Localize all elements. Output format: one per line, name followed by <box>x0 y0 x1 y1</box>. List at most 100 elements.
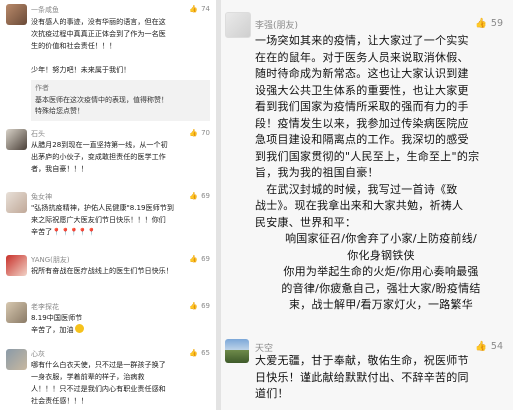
smile-emoji-icon <box>74 324 84 334</box>
avatar[interactable] <box>6 302 27 323</box>
like-count: 54 <box>490 341 503 352</box>
avatar[interactable] <box>225 339 249 363</box>
comment-line: 一场突如其来的疫情，让大家过了一个实实 <box>255 34 469 47</box>
poem-line: 响国家征召/你舍弃了小家/上防疫前线/ <box>285 232 477 245</box>
avatar[interactable] <box>6 129 27 150</box>
avatar[interactable] <box>6 349 27 370</box>
comment-line: 8.19中国医师节 <box>31 313 83 322</box>
comment-line: 人！！！只不过是我们内心有职业责任感和 <box>31 384 166 394</box>
like-button[interactable]: 👍 69 <box>189 255 210 263</box>
comment-line: 在武汉封城的时候，我写过一首诗《致 <box>255 182 458 196</box>
comment-line: 大爱无疆，甘于奉献，敬佑生命，祝医师节 <box>255 354 469 367</box>
comment-line: 急项目建设和隔离点的工作。我深切的感受 <box>255 133 469 146</box>
like-count: 70 <box>201 129 210 137</box>
like-count: 65 <box>201 349 210 357</box>
like-count: 69 <box>201 255 210 263</box>
like-button[interactable]: 👍 54 <box>475 341 503 352</box>
author-reply: 作者 基本医师在这次疫情中的表现，值得称赞！ 特殊给您点赞！ <box>31 80 210 121</box>
comment-item: 一条咸鱼 👍 74 没有感人的事迹，没有华丽的语言，但在这 次抗疫过程中真真正正体… <box>0 0 216 121</box>
comment-text: 没有感人的事迹，没有华丽的语言，但在这 次抗疫过程中真真正正体会到了作为一名医 … <box>31 16 212 76</box>
comment-line: 看到我们国家为疫情所采取的强而有力的手 <box>255 100 469 113</box>
commenter-name[interactable]: 兔女神 <box>31 192 52 202</box>
like-button[interactable]: 👍 69 <box>189 302 210 310</box>
comment-line: 少年！努力吧！未来属于我们！ <box>31 65 131 75</box>
reply-line: 特殊给您点赞！ <box>35 107 84 115</box>
comment-text: 一场突如其来的疫情，让大家过了一个实实 在在的鼠年。对于医务人员来说取消休假、 … <box>255 33 507 314</box>
thumbs-up-icon: 👍 <box>189 192 199 200</box>
avatar[interactable] <box>6 4 27 25</box>
comment-line: 段！疫情发生以来，我参加过传染病医院应 <box>255 116 469 130</box>
comment-line: 没有感人的事迹，没有华丽的语言，但在这 <box>31 17 166 26</box>
left-comment-panel: 一条咸鱼 👍 74 没有感人的事迹，没有华丽的语言，但在这 次抗疫过程中真真正正体… <box>0 0 216 410</box>
comment-text: 从腊月28到现在一直坚持第一线，从一个初 出茅庐的小伙子，变成敢担责任的医学工作… <box>31 139 212 175</box>
thumbs-up-icon: 👍 <box>189 255 199 263</box>
comment-line: 社会责任感！！！ <box>31 396 88 406</box>
comment-line: 民安康、世界和平： <box>255 215 357 229</box>
like-count: 59 <box>490 18 503 29</box>
avatar[interactable] <box>225 12 251 38</box>
comment-item: 天空 👍 54 大爱无疆，甘于奉献，敬佑生命，祝医师节 日快乐！谨此献给默默付出、… <box>221 333 513 410</box>
thumbs-up-icon: 👍 <box>189 129 199 137</box>
right-comment-panel: 李强(朋友) 👍 59 一场突如其来的疫情，让大家过了一个实实 在在的鼠年。对于医… <box>221 0 513 410</box>
comment-line: "弘扬抗疫精神，护佑人民健康"8.19医师节到 <box>31 203 174 212</box>
comment-text: 8.19中国医师节 辛苦了，加油 <box>31 312 212 336</box>
comment-line: 战士》。现在我拿出来和大家共勉，祈祷人 <box>255 199 464 212</box>
like-button[interactable]: 👍 70 <box>189 129 210 137</box>
comment-line: 旨，我为我的祖国自豪！ <box>255 166 379 179</box>
comment-line <box>31 52 212 64</box>
commenter-name[interactable]: 老李探花 <box>31 302 59 312</box>
comment-line: 祝所有奋战在医疗战线上的医生们节日快乐！ <box>31 266 173 275</box>
comment-line: 来之际祝愿广大医友们节日快乐！！！你们 <box>31 215 166 225</box>
reply-label: 作者 <box>35 84 49 92</box>
comment-item: 心灰 👍 65 哪有什么白衣天使，只不过是一群孩子换了 一身衣服，学着前辈的样子，… <box>0 347 216 410</box>
reply-line: 基本医师在这次疫情中的表现，值得称赞！ <box>35 95 168 104</box>
poem-line: 的音律/你疲惫自己，强壮大家/盼疫情结 <box>281 281 481 295</box>
thumbs-up-icon: 👍 <box>189 5 199 13</box>
commenter-name[interactable]: YANG(朋友) <box>31 255 70 265</box>
commenter-name[interactable]: 李强(朋友) <box>255 18 298 31</box>
comment-item: 老李探花 👍 69 8.19中国医师节 辛苦了，加油 <box>0 300 216 340</box>
commenter-name[interactable]: 心灰 <box>31 349 45 359</box>
comment-line: 到我们国家贯彻的"人民至上，生命至上"的宗 <box>255 149 480 163</box>
comment-line: 者，我自豪！！！ <box>31 164 88 174</box>
thumbs-up-icon: 👍 <box>475 341 487 352</box>
poem-line: 束，战士解甲/看万家灯火，一路繁华 <box>289 298 473 311</box>
comment-text: 祝所有奋战在医疗战线上的医生们节日快乐！ <box>31 265 212 277</box>
like-count: 69 <box>201 192 210 200</box>
comment-line: 出茅庐的小伙子，变成敢担责任的医学工作 <box>31 152 166 162</box>
comment-line: 辛苦了📍📍📍📍📍 <box>31 227 96 237</box>
comment-line: 在在的鼠年。对于医务人员来说取消休假、 <box>255 50 469 64</box>
like-button[interactable]: 👍 69 <box>189 192 210 200</box>
comment-line: 日快乐！谨此献给默默付出、不辞辛苦的同 <box>255 370 469 384</box>
commenter-name[interactable]: 石头 <box>31 129 45 139</box>
comment-line: 次抗疫过程中真真正正体会到了作为一名医 <box>31 29 166 39</box>
poem-line: 你化身钢铁侠 <box>347 248 415 262</box>
comment-line: 生的价值和社会责任！！！ <box>31 41 117 51</box>
comment-item: 兔女神 👍 69 "弘扬抗疫精神，护佑人民健康"8.19医师节到 来之际祝愿广大医… <box>0 188 216 243</box>
comment-line: 设强大公共卫生体系的重要性，也让大家更 <box>255 83 469 97</box>
commenter-name[interactable]: 一条咸鱼 <box>31 5 59 15</box>
comment-line: 辛苦了，加油 <box>31 324 212 336</box>
thumbs-up-icon: 👍 <box>189 302 199 310</box>
like-count: 69 <box>201 302 210 310</box>
avatar[interactable] <box>6 255 27 276</box>
like-button[interactable]: 👍 74 <box>189 5 210 13</box>
poem-line: 你用为举起生命的火炬/你用心奏响最强 <box>283 265 479 278</box>
comment-line: 道们！ <box>255 387 289 400</box>
comment-line: 从腊月28到现在一直坚持第一线，从一个初 <box>31 140 168 149</box>
comment-item: YANG(朋友) 👍 69 祝所有奋战在医疗战线上的医生们节日快乐！ <box>0 253 216 283</box>
like-count: 74 <box>201 5 210 13</box>
comment-text: 大爱无疆，甘于奉献，敬佑生命，祝医师节 日快乐！谨此献给默默付出、不辞辛苦的同 … <box>255 353 507 403</box>
avatar[interactable] <box>6 192 27 213</box>
comment-item: 石头 👍 70 从腊月28到现在一直坚持第一线，从一个初 出茅庐的小伙子，变成敢担… <box>0 125 216 175</box>
comment-text: "弘扬抗疫精神，护佑人民健康"8.19医师节到 来之际祝愿广大医友们节日快乐！！… <box>31 202 212 238</box>
thumbs-up-icon: 👍 <box>189 349 199 357</box>
pushpin-icon: 📍📍📍📍📍 <box>52 228 96 237</box>
comment-text: 哪有什么白衣天使，只不过是一群孩子换了 一身衣服，学着前辈的样子，治病救 人！！… <box>31 359 212 407</box>
thumbs-up-icon: 👍 <box>475 18 487 29</box>
comment-line: 哪有什么白衣天使，只不过是一群孩子换了 <box>31 360 166 369</box>
like-button[interactable]: 👍 59 <box>475 18 503 29</box>
comment-line: 一身衣服，学着前辈的样子，治病救 <box>31 372 145 382</box>
like-button[interactable]: 👍 65 <box>189 349 210 357</box>
comment-line: 随时待命成为新常态。这也让大家认识到建 <box>255 67 469 80</box>
